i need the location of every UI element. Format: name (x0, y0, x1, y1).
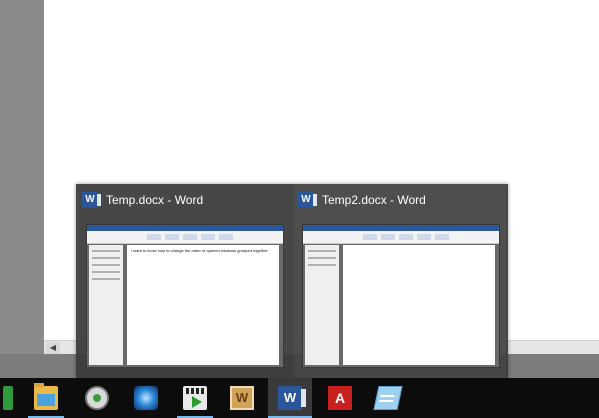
word-icon: W (278, 386, 306, 410)
preview-page (343, 245, 495, 365)
preview-ribbon (87, 231, 283, 244)
thumbnail-temp2-docx[interactable]: W Temp2.docx - Word (294, 184, 506, 378)
taskbar-item-wordament[interactable]: W (220, 378, 264, 418)
taskbar-item-sync-app[interactable] (75, 378, 119, 418)
preview-navigation-pane (305, 245, 339, 365)
media-player-icon (183, 386, 207, 410)
taskbar-item-acrobat[interactable]: A (318, 378, 362, 418)
file-explorer-icon (34, 383, 58, 410)
taskbar-item-word[interactable]: W (268, 378, 312, 418)
blue-orb-app-icon (134, 386, 158, 410)
window-preview: I want to know how to change the order o… (86, 224, 284, 368)
sync-app-icon (85, 386, 109, 410)
taskbar-item-media-player[interactable] (173, 378, 217, 418)
acrobat-pdf-icon: A (328, 386, 352, 410)
thumbnail-title: Temp2.docx - Word (322, 193, 426, 207)
taskbar: W W A (0, 378, 599, 418)
taskbar-item-notepad[interactable] (366, 378, 410, 418)
thumbnail-header: W Temp.docx - Word (82, 192, 203, 208)
word-icon: W (82, 192, 101, 208)
preview-ribbon (303, 231, 499, 244)
wordament-tile-icon: W (230, 386, 254, 410)
taskbar-item-file-explorer[interactable] (24, 378, 68, 418)
preview-text: I want to know how to change the order o… (131, 248, 269, 253)
taskbar-item-blue-orb-app[interactable] (124, 378, 168, 418)
thumbnail-header: W Temp2.docx - Word (298, 192, 426, 208)
green-app-icon (3, 386, 13, 410)
thumbnail-temp-docx[interactable]: W Temp.docx - Word I want to know how to… (78, 184, 290, 378)
taskbar-thumbnail-popup: W Temp.docx - Word I want to know how to… (76, 184, 508, 378)
preview-page: I want to know how to change the order o… (127, 245, 279, 365)
background-window-edge (0, 0, 44, 378)
window-preview (302, 224, 500, 368)
preview-navigation-pane (89, 245, 123, 365)
scroll-left-arrow-icon[interactable]: ◀ (46, 342, 60, 354)
notepad-icon (373, 386, 403, 410)
word-icon: W (298, 192, 317, 208)
thumbnail-title: Temp.docx - Word (106, 193, 204, 207)
